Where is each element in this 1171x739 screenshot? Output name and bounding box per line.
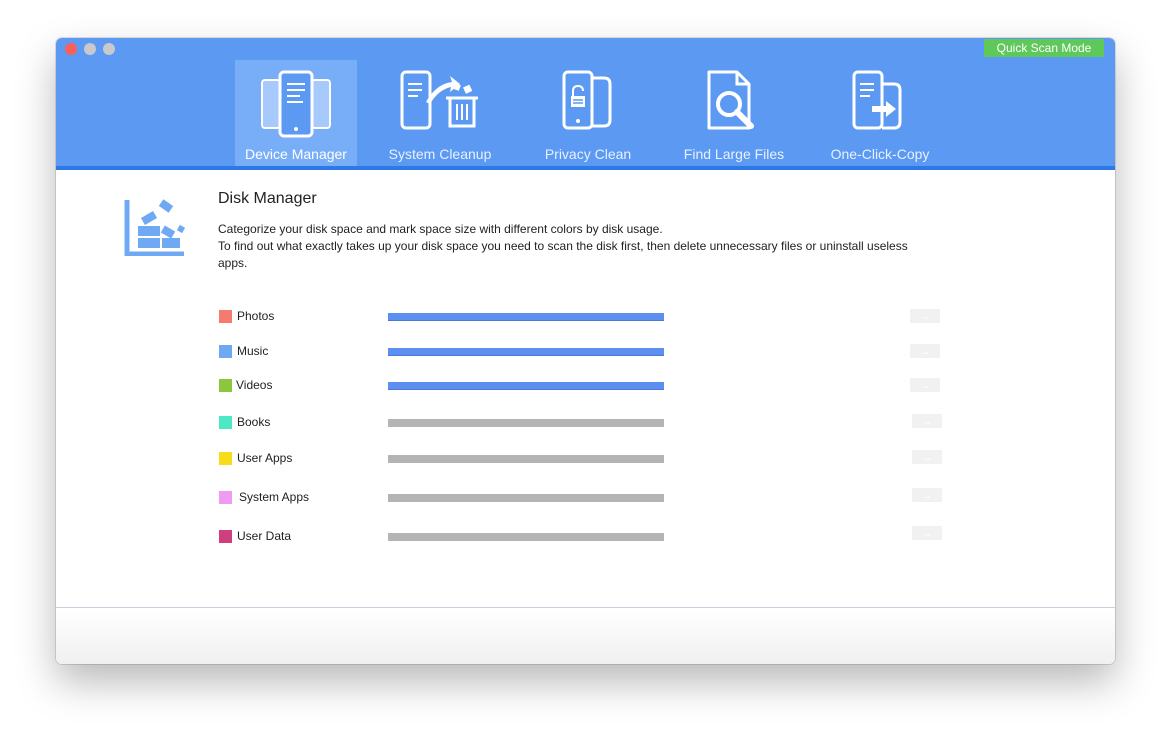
arrow-right-icon: → xyxy=(921,414,933,428)
arrow-right-icon: → xyxy=(921,526,933,540)
category-color-swatch xyxy=(219,310,232,323)
category-row-videos: Videos → xyxy=(218,375,948,395)
category-color-swatch xyxy=(219,491,232,504)
open-category-button[interactable]: → xyxy=(910,309,940,323)
tab-system-cleanup[interactable]: System Cleanup xyxy=(379,60,501,166)
category-usage-bar xyxy=(388,348,664,356)
minimize-window-button[interactable] xyxy=(84,43,96,55)
open-category-button[interactable]: → xyxy=(910,344,940,358)
category-row-photos: Photos → xyxy=(218,306,948,326)
category-color-swatch xyxy=(219,416,232,429)
phone-lock-icon xyxy=(560,70,616,137)
tab-label: Find Large Files xyxy=(683,146,785,162)
open-category-button[interactable]: → xyxy=(912,488,942,502)
phone-copy-icon xyxy=(850,70,910,137)
tab-one-click-copy[interactable]: One-Click-Copy xyxy=(819,60,941,166)
close-window-button[interactable] xyxy=(65,43,77,55)
category-row-user-apps: User Apps → xyxy=(218,448,948,468)
description-line: Categorize your disk space and mark spac… xyxy=(218,222,663,236)
disk-manager-panel: Disk Manager Categorize your disk space … xyxy=(56,170,1115,607)
open-category-button[interactable]: → xyxy=(912,450,942,464)
tab-label: One-Click-Copy xyxy=(830,146,930,162)
quick-scan-mode-button[interactable]: Quick Scan Mode xyxy=(984,39,1104,57)
category-usage-bar xyxy=(388,455,664,463)
phone-trash-icon xyxy=(398,70,482,139)
category-label: Photos xyxy=(237,309,275,323)
category-usage-bar xyxy=(388,419,664,427)
arrow-right-icon: → xyxy=(921,450,933,464)
category-row-books: Books → xyxy=(218,412,948,432)
category-label: Music xyxy=(237,344,269,358)
tab-device-manager[interactable]: Device Manager xyxy=(235,60,357,166)
open-category-button[interactable]: → xyxy=(910,378,940,392)
phone-tablet-icon xyxy=(260,70,332,145)
open-category-button[interactable]: → xyxy=(912,414,942,428)
arrow-right-icon: → xyxy=(919,378,931,392)
category-usage-bar xyxy=(388,533,664,541)
tab-label: System Cleanup xyxy=(388,146,492,162)
tab-find-large-files[interactable]: Find Large Files xyxy=(673,60,795,166)
category-label: System Apps xyxy=(239,490,310,504)
category-row-user-data: User Data → xyxy=(218,526,948,546)
category-label: User Data xyxy=(237,529,292,543)
disk-manager-icon xyxy=(124,198,186,261)
category-color-swatch xyxy=(219,530,232,543)
main-toolbar: Device Manager System Cleanup Privacy Cl… xyxy=(56,60,1115,170)
arrow-right-icon: → xyxy=(919,309,931,323)
page-title: Disk Manager xyxy=(218,190,317,207)
title-bar: Quick Scan Mode xyxy=(56,38,1115,60)
category-usage-bar xyxy=(388,382,664,390)
arrow-right-icon: → xyxy=(921,488,933,502)
tab-privacy-clean[interactable]: Privacy Clean xyxy=(527,60,649,166)
category-row-system-apps: System Apps → xyxy=(218,487,948,507)
category-row-music: Music → xyxy=(218,341,948,361)
maximize-window-button[interactable] xyxy=(103,43,115,55)
app-window: Quick Scan Mode Device Manager System Cl… xyxy=(56,38,1115,664)
category-label: Videos xyxy=(236,378,273,392)
bottom-bar xyxy=(56,607,1115,664)
category-color-swatch xyxy=(219,345,232,358)
category-label: Books xyxy=(237,415,271,429)
arrow-right-icon: → xyxy=(919,344,931,358)
tab-label: Privacy Clean xyxy=(544,146,632,162)
category-color-swatch xyxy=(219,452,232,465)
open-category-button[interactable]: → xyxy=(912,526,942,540)
category-label: User Apps xyxy=(237,451,293,465)
category-usage-bar xyxy=(388,313,664,321)
page-description: Categorize your disk space and mark spac… xyxy=(218,221,938,272)
tab-label: Device Manager xyxy=(245,146,347,162)
category-usage-bar xyxy=(388,494,664,502)
category-color-swatch xyxy=(219,379,232,392)
description-line: To find out what exactly takes up your d… xyxy=(218,239,908,270)
file-search-icon xyxy=(703,70,765,139)
